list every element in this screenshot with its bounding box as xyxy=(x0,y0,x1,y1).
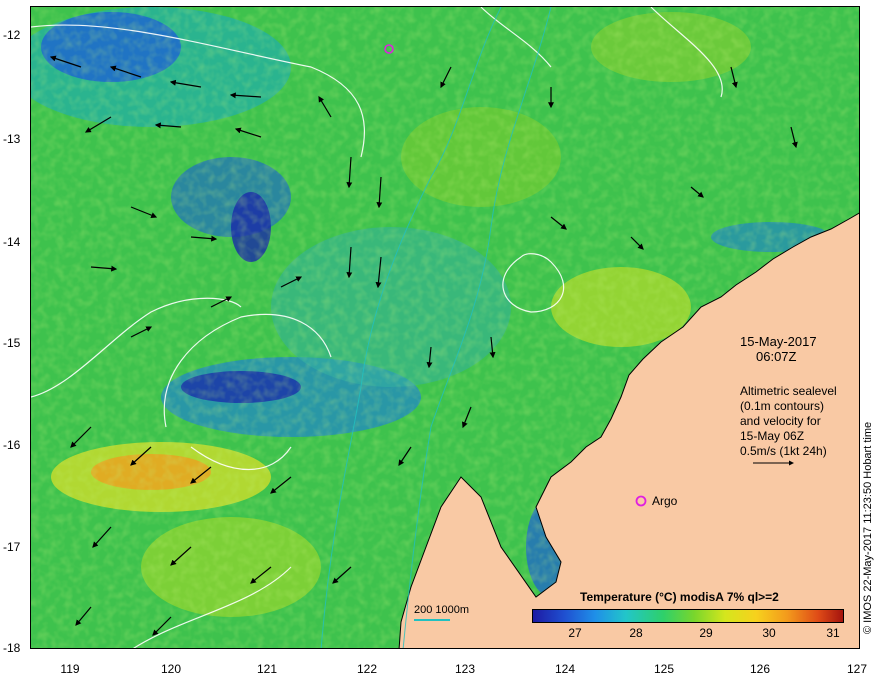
sst-map xyxy=(31,7,859,648)
lat-tick-label: -17 xyxy=(3,540,21,554)
lat-tick-label: -12 xyxy=(3,28,21,42)
map-date: 15-May-2017 xyxy=(740,334,817,349)
lon-tick-label: 120 xyxy=(160,662,182,676)
colorbar-tick: 30 xyxy=(762,626,776,640)
lat-tick-label: -13 xyxy=(3,132,21,146)
colorbar-title: Temperature (°C) modisA 7% ql>=2 xyxy=(580,590,779,604)
colorbar-tick: 29 xyxy=(699,626,713,640)
lon-tick-label: 121 xyxy=(256,662,278,676)
legend-line: and velocity for xyxy=(740,414,821,428)
lat-tick-label: -14 xyxy=(3,235,21,249)
map-time: 06:07Z xyxy=(756,349,797,364)
legend-line: Altimetric sealevel xyxy=(740,384,837,398)
lon-tick-label: 122 xyxy=(356,662,378,676)
lat-tick-label: -18 xyxy=(3,641,21,655)
argo-label: Argo xyxy=(652,494,678,508)
lon-tick-label: 127 xyxy=(846,662,868,676)
lon-tick-label: 125 xyxy=(653,662,675,676)
colorbar-tick: 31 xyxy=(826,626,840,640)
temperature-colorbar xyxy=(532,609,844,623)
lon-tick-label: 126 xyxy=(749,662,771,676)
imos-credit: © IMOS 22-May-2017 11:23:50 Hobart time xyxy=(862,421,874,634)
lon-tick-label: 119 xyxy=(60,662,80,676)
colorbar-tick: 27 xyxy=(568,626,582,640)
legend-line: 0.5m/s (1kt 24h) xyxy=(740,444,827,458)
map-frame[interactable] xyxy=(30,6,860,649)
bathymetry-scale-bar xyxy=(414,619,450,621)
lat-tick-label: -15 xyxy=(3,336,21,350)
colorbar-tick: 28 xyxy=(629,626,643,640)
bathymetry-scale-label: 200 1000m xyxy=(414,604,470,616)
lon-tick-label: 124 xyxy=(554,662,576,676)
legend-line: (0.1m contours) xyxy=(740,399,825,413)
lon-tick-label: 123 xyxy=(454,662,476,676)
legend-line: 15-May 06Z xyxy=(740,429,805,443)
lat-tick-label: -16 xyxy=(3,438,21,452)
